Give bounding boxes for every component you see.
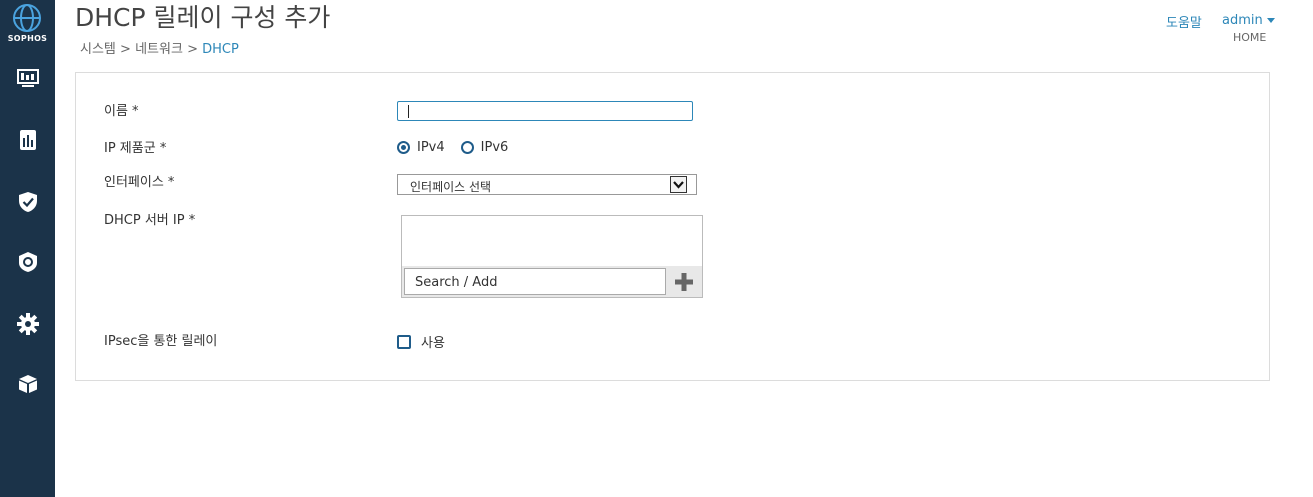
ip-family-radio-group: IPv4 IPv6 (397, 140, 524, 155)
sidebar: SOPHOS (0, 0, 55, 497)
report-icon (19, 130, 36, 150)
admin-menu[interactable]: admin (1222, 13, 1275, 28)
breadcrumb-separator: > (187, 42, 198, 57)
home-link[interactable]: HOME (1233, 31, 1266, 44)
ipv4-label: IPv4 (417, 140, 445, 155)
radio-checked-icon (397, 141, 410, 154)
nav-reports[interactable] (0, 120, 55, 160)
text-cursor (408, 105, 409, 118)
ipv4-radio[interactable]: IPv4 (397, 140, 445, 155)
ipsec-checkbox-label: 사용 (421, 336, 445, 351)
globe-icon (13, 4, 41, 32)
add-button[interactable] (670, 269, 698, 295)
breadcrumb-separator: > (120, 42, 131, 57)
nav-apps[interactable] (0, 364, 55, 404)
monitor-icon (16, 69, 39, 87)
nav-monitor[interactable] (0, 58, 55, 98)
ipv6-radio[interactable]: IPv6 (460, 140, 509, 155)
interface-selected-value: 인터페이스 선택 (410, 180, 492, 194)
caret-down-icon (1266, 18, 1275, 23)
dhcp-server-list[interactable]: Search / Add (401, 215, 703, 298)
shield-check-icon (18, 192, 37, 212)
ip-family-label: IP 제품군 * (104, 141, 167, 156)
search-add-input[interactable]: Search / Add (404, 268, 666, 295)
nav-configure[interactable] (0, 242, 55, 282)
breadcrumb-system[interactable]: 시스템 (80, 42, 116, 57)
gear-icon (16, 313, 39, 335)
breadcrumb: 시스템 > 네트워크 > DHCP (80, 38, 239, 57)
breadcrumb-network[interactable]: 네트워크 (135, 42, 183, 57)
nav-system[interactable] (0, 304, 55, 344)
checkbox-icon (397, 334, 411, 349)
interface-select[interactable]: 인터페이스 선택 (397, 174, 697, 195)
ipsec-label: IPsec을 통한 릴레이 (104, 334, 218, 349)
security-badge-icon (18, 252, 37, 272)
admin-label: admin (1222, 13, 1263, 28)
plus-icon (675, 273, 693, 291)
page-title: DHCP 릴레이 구성 추가 (75, 3, 331, 32)
server-search-bar: Search / Add (402, 266, 702, 297)
sophos-logo[interactable]: SOPHOS (0, 0, 55, 48)
cube-icon (18, 375, 37, 393)
interface-label: 인터페이스 * (104, 175, 175, 190)
nav-protect[interactable] (0, 182, 55, 222)
name-input[interactable] (397, 101, 693, 121)
dropdown-button[interactable] (670, 176, 687, 193)
dhcp-server-label: DHCP 서버 IP * (104, 213, 196, 228)
radio-unchecked-icon (460, 141, 474, 154)
logo-text: SOPHOS (7, 34, 48, 43)
ipv6-label: IPv6 (480, 140, 509, 155)
chevron-down-icon (673, 180, 684, 189)
breadcrumb-current: DHCP (202, 42, 239, 57)
form-panel: 이름 * IP 제품군 * IPv4 IPv6 인터페이스 * 인터페이스 선택… (75, 72, 1270, 381)
ipsec-enable-checkbox[interactable]: 사용 (397, 332, 445, 351)
name-label: 이름 * (104, 104, 139, 119)
help-link[interactable]: 도움말 (1166, 12, 1202, 31)
